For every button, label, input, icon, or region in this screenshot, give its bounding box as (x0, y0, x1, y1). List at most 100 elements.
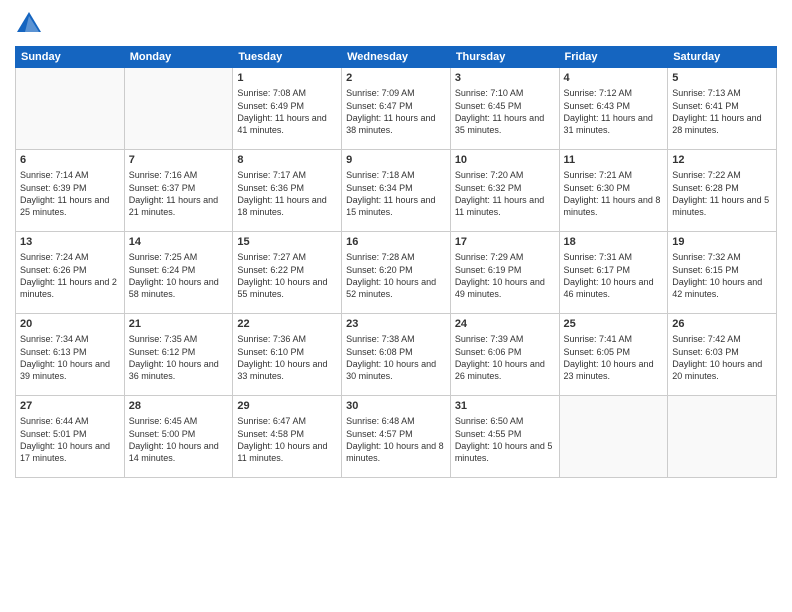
week-row-2: 6Sunrise: 7:14 AM Sunset: 6:39 PM Daylig… (16, 150, 777, 232)
header (15, 10, 777, 38)
calendar-cell: 3Sunrise: 7:10 AM Sunset: 6:45 PM Daylig… (450, 68, 559, 150)
day-info: Sunrise: 7:13 AM Sunset: 6:41 PM Dayligh… (672, 87, 772, 136)
day-info: Sunrise: 7:32 AM Sunset: 6:15 PM Dayligh… (672, 251, 772, 300)
day-info: Sunrise: 7:31 AM Sunset: 6:17 PM Dayligh… (564, 251, 664, 300)
day-info: Sunrise: 7:24 AM Sunset: 6:26 PM Dayligh… (20, 251, 120, 300)
calendar-cell: 11Sunrise: 7:21 AM Sunset: 6:30 PM Dayli… (559, 150, 668, 232)
week-row-3: 13Sunrise: 7:24 AM Sunset: 6:26 PM Dayli… (16, 232, 777, 314)
weekday-row: SundayMondayTuesdayWednesdayThursdayFrid… (16, 47, 777, 68)
weekday-tuesday: Tuesday (233, 47, 342, 68)
day-number: 16 (346, 235, 446, 250)
day-number: 1 (237, 71, 337, 86)
calendar-cell: 9Sunrise: 7:18 AM Sunset: 6:34 PM Daylig… (342, 150, 451, 232)
calendar-cell: 2Sunrise: 7:09 AM Sunset: 6:47 PM Daylig… (342, 68, 451, 150)
day-number: 27 (20, 399, 120, 414)
day-info: Sunrise: 7:21 AM Sunset: 6:30 PM Dayligh… (564, 169, 664, 218)
day-info: Sunrise: 7:25 AM Sunset: 6:24 PM Dayligh… (129, 251, 229, 300)
day-number: 15 (237, 235, 337, 250)
weekday-sunday: Sunday (16, 47, 125, 68)
day-info: Sunrise: 6:44 AM Sunset: 5:01 PM Dayligh… (20, 415, 120, 464)
day-info: Sunrise: 7:41 AM Sunset: 6:05 PM Dayligh… (564, 333, 664, 382)
week-row-4: 20Sunrise: 7:34 AM Sunset: 6:13 PM Dayli… (16, 314, 777, 396)
day-info: Sunrise: 7:16 AM Sunset: 6:37 PM Dayligh… (129, 169, 229, 218)
day-info: Sunrise: 7:39 AM Sunset: 6:06 PM Dayligh… (455, 333, 555, 382)
calendar-cell: 7Sunrise: 7:16 AM Sunset: 6:37 PM Daylig… (124, 150, 233, 232)
day-info: Sunrise: 7:42 AM Sunset: 6:03 PM Dayligh… (672, 333, 772, 382)
day-number: 12 (672, 153, 772, 168)
day-info: Sunrise: 7:10 AM Sunset: 6:45 PM Dayligh… (455, 87, 555, 136)
day-number: 2 (346, 71, 446, 86)
weekday-friday: Friday (559, 47, 668, 68)
day-number: 19 (672, 235, 772, 250)
calendar-cell: 29Sunrise: 6:47 AM Sunset: 4:58 PM Dayli… (233, 396, 342, 478)
calendar-cell: 13Sunrise: 7:24 AM Sunset: 6:26 PM Dayli… (16, 232, 125, 314)
day-number: 30 (346, 399, 446, 414)
calendar-cell (16, 68, 125, 150)
calendar-cell: 14Sunrise: 7:25 AM Sunset: 6:24 PM Dayli… (124, 232, 233, 314)
day-number: 4 (564, 71, 664, 86)
day-info: Sunrise: 6:47 AM Sunset: 4:58 PM Dayligh… (237, 415, 337, 464)
day-info: Sunrise: 7:34 AM Sunset: 6:13 PM Dayligh… (20, 333, 120, 382)
calendar-cell (668, 396, 777, 478)
week-row-1: 1Sunrise: 7:08 AM Sunset: 6:49 PM Daylig… (16, 68, 777, 150)
calendar-cell: 21Sunrise: 7:35 AM Sunset: 6:12 PM Dayli… (124, 314, 233, 396)
calendar-cell: 27Sunrise: 6:44 AM Sunset: 5:01 PM Dayli… (16, 396, 125, 478)
calendar-cell: 16Sunrise: 7:28 AM Sunset: 6:20 PM Dayli… (342, 232, 451, 314)
day-number: 26 (672, 317, 772, 332)
day-info: Sunrise: 7:36 AM Sunset: 6:10 PM Dayligh… (237, 333, 337, 382)
day-number: 13 (20, 235, 120, 250)
calendar-cell: 31Sunrise: 6:50 AM Sunset: 4:55 PM Dayli… (450, 396, 559, 478)
day-info: Sunrise: 7:18 AM Sunset: 6:34 PM Dayligh… (346, 169, 446, 218)
week-row-5: 27Sunrise: 6:44 AM Sunset: 5:01 PM Dayli… (16, 396, 777, 478)
calendar-cell: 17Sunrise: 7:29 AM Sunset: 6:19 PM Dayli… (450, 232, 559, 314)
page: SundayMondayTuesdayWednesdayThursdayFrid… (0, 0, 792, 612)
weekday-saturday: Saturday (668, 47, 777, 68)
calendar-body: 1Sunrise: 7:08 AM Sunset: 6:49 PM Daylig… (16, 68, 777, 478)
calendar-table: SundayMondayTuesdayWednesdayThursdayFrid… (15, 46, 777, 478)
calendar-header: SundayMondayTuesdayWednesdayThursdayFrid… (16, 47, 777, 68)
calendar-cell: 6Sunrise: 7:14 AM Sunset: 6:39 PM Daylig… (16, 150, 125, 232)
calendar-cell: 24Sunrise: 7:39 AM Sunset: 6:06 PM Dayli… (450, 314, 559, 396)
calendar-cell: 5Sunrise: 7:13 AM Sunset: 6:41 PM Daylig… (668, 68, 777, 150)
day-number: 8 (237, 153, 337, 168)
weekday-thursday: Thursday (450, 47, 559, 68)
calendar-cell: 28Sunrise: 6:45 AM Sunset: 5:00 PM Dayli… (124, 396, 233, 478)
day-info: Sunrise: 7:09 AM Sunset: 6:47 PM Dayligh… (346, 87, 446, 136)
day-number: 20 (20, 317, 120, 332)
day-info: Sunrise: 7:38 AM Sunset: 6:08 PM Dayligh… (346, 333, 446, 382)
calendar-cell: 15Sunrise: 7:27 AM Sunset: 6:22 PM Dayli… (233, 232, 342, 314)
day-info: Sunrise: 7:27 AM Sunset: 6:22 PM Dayligh… (237, 251, 337, 300)
day-number: 22 (237, 317, 337, 332)
logo-icon (15, 10, 43, 38)
day-info: Sunrise: 6:45 AM Sunset: 5:00 PM Dayligh… (129, 415, 229, 464)
day-info: Sunrise: 7:17 AM Sunset: 6:36 PM Dayligh… (237, 169, 337, 218)
calendar-cell: 30Sunrise: 6:48 AM Sunset: 4:57 PM Dayli… (342, 396, 451, 478)
day-number: 10 (455, 153, 555, 168)
day-number: 31 (455, 399, 555, 414)
calendar-cell: 22Sunrise: 7:36 AM Sunset: 6:10 PM Dayli… (233, 314, 342, 396)
weekday-monday: Monday (124, 47, 233, 68)
calendar-cell: 23Sunrise: 7:38 AM Sunset: 6:08 PM Dayli… (342, 314, 451, 396)
day-number: 24 (455, 317, 555, 332)
day-number: 11 (564, 153, 664, 168)
day-info: Sunrise: 7:08 AM Sunset: 6:49 PM Dayligh… (237, 87, 337, 136)
day-number: 29 (237, 399, 337, 414)
day-number: 18 (564, 235, 664, 250)
calendar-cell: 20Sunrise: 7:34 AM Sunset: 6:13 PM Dayli… (16, 314, 125, 396)
day-number: 5 (672, 71, 772, 86)
calendar-cell: 19Sunrise: 7:32 AM Sunset: 6:15 PM Dayli… (668, 232, 777, 314)
day-info: Sunrise: 7:20 AM Sunset: 6:32 PM Dayligh… (455, 169, 555, 218)
day-number: 28 (129, 399, 229, 414)
day-number: 9 (346, 153, 446, 168)
day-info: Sunrise: 6:48 AM Sunset: 4:57 PM Dayligh… (346, 415, 446, 464)
calendar-cell: 12Sunrise: 7:22 AM Sunset: 6:28 PM Dayli… (668, 150, 777, 232)
day-info: Sunrise: 6:50 AM Sunset: 4:55 PM Dayligh… (455, 415, 555, 464)
calendar-cell (124, 68, 233, 150)
day-info: Sunrise: 7:28 AM Sunset: 6:20 PM Dayligh… (346, 251, 446, 300)
logo (15, 10, 47, 38)
calendar-cell: 18Sunrise: 7:31 AM Sunset: 6:17 PM Dayli… (559, 232, 668, 314)
day-number: 14 (129, 235, 229, 250)
day-info: Sunrise: 7:35 AM Sunset: 6:12 PM Dayligh… (129, 333, 229, 382)
day-number: 17 (455, 235, 555, 250)
day-number: 7 (129, 153, 229, 168)
